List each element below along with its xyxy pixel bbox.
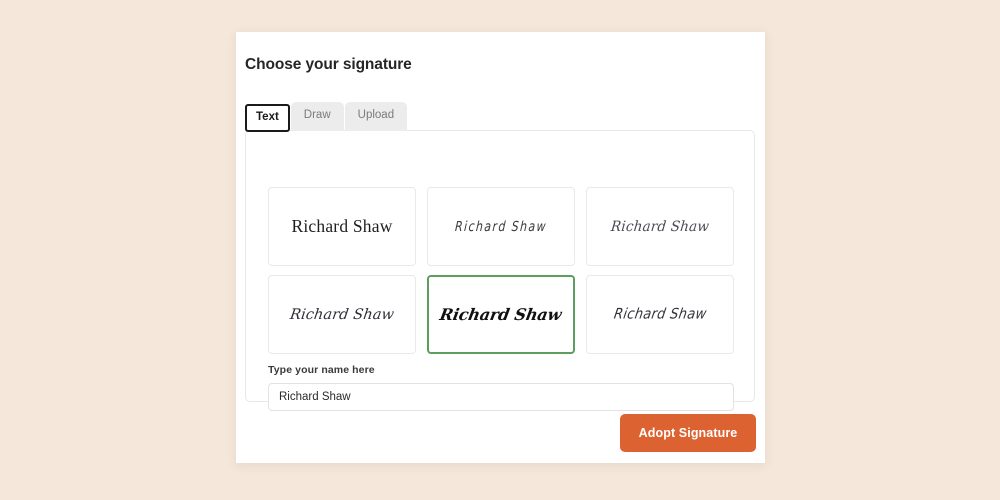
signature-preview-text: Richard Shaw — [438, 305, 564, 324]
signature-panel: Richard Shaw Richard Shaw Richard Shaw R… — [245, 130, 755, 411]
signature-preview-text: Richard Shaw — [291, 216, 393, 236]
tab-draw[interactable]: Draw — [290, 102, 344, 131]
signature-option[interactable]: Richard Shaw — [586, 187, 734, 266]
signature-modal: Choose your signature Text Draw Upload R… — [236, 32, 765, 463]
signature-preview-text: Richard Shaw — [288, 306, 396, 323]
signature-option[interactable]: Richard Shaw — [586, 275, 734, 354]
signature-option-grid: Richard Shaw Richard Shaw Richard Shaw R… — [268, 187, 734, 354]
signature-option[interactable]: Richard Shaw — [268, 275, 416, 354]
tab-text[interactable]: Text — [245, 104, 290, 132]
signature-mode-tabs: Text Draw Upload — [245, 102, 408, 132]
signature-option[interactable]: Richard Shaw — [427, 187, 575, 266]
tab-upload[interactable]: Upload — [344, 102, 408, 131]
signature-preview-text: Richard Shaw — [454, 218, 548, 235]
signature-preview-text: Richard Shaw — [610, 218, 710, 235]
adopt-signature-button[interactable]: Adopt Signature — [620, 414, 756, 452]
page-title: Choose your signature — [245, 56, 412, 73]
name-field-label: Type your name here — [268, 364, 375, 376]
signature-preview-text: Richard Shaw — [612, 306, 708, 323]
app-background: Choose your signature Text Draw Upload R… — [0, 0, 1000, 500]
signature-option[interactable]: Richard Shaw — [268, 187, 416, 266]
name-field-group: Type your name here — [268, 364, 734, 411]
name-input[interactable] — [268, 383, 734, 411]
signature-option-selected[interactable]: Richard Shaw — [427, 275, 575, 354]
